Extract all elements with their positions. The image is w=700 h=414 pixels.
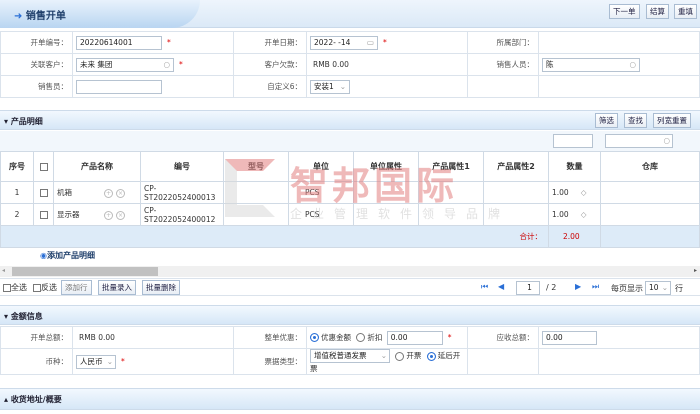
search-icon[interactable]: ○ xyxy=(163,59,170,71)
batch-entry-button[interactable]: 批量录入 xyxy=(98,280,136,295)
seller-input[interactable] xyxy=(76,79,162,94)
chevron-down-icon: ⌄ xyxy=(339,81,346,91)
invert-checkbox[interactable] xyxy=(33,283,41,292)
invoice-now-radio[interactable] xyxy=(395,351,405,361)
stepper-icon[interactable]: ◇ xyxy=(581,210,587,219)
arrow-right-icon: ➜ xyxy=(14,11,26,22)
plus-circle-icon: ◉ xyxy=(40,251,47,260)
search-input[interactable]: ○ xyxy=(605,134,673,148)
custom6-label: 自定义6： xyxy=(233,75,307,98)
column-header[interactable]: 产品属性1 xyxy=(418,151,484,182)
filter-button[interactable]: 筛选 xyxy=(595,113,618,128)
discount-rate-radio[interactable] xyxy=(356,333,366,342)
select-all-checkbox[interactable] xyxy=(3,283,11,292)
plus-circle-icon[interactable]: + xyxy=(104,189,113,198)
required-mark: * xyxy=(179,59,183,69)
find-button[interactable]: 查找 xyxy=(624,113,647,128)
close-circle-icon[interactable]: × xyxy=(116,189,125,198)
debt-label: 客户欠款： xyxy=(233,53,307,76)
invoice-later-radio[interactable] xyxy=(426,351,436,361)
total-row: 合计： 2.00 xyxy=(0,225,700,248)
discount-input[interactable]: 0.00 xyxy=(386,330,443,345)
add-row-button[interactable]: 添加行 xyxy=(61,280,92,295)
dept-label: 所属部门： xyxy=(467,31,539,54)
page-input[interactable]: 1 xyxy=(516,281,540,295)
horizontal-scrollbar[interactable]: ◂ ▸ xyxy=(0,266,700,277)
custom6-select[interactable]: 安装1 ⌄ xyxy=(310,79,350,94)
customer-input[interactable]: 未来 集团 ○ xyxy=(76,57,174,72)
chevron-down-icon: ⌄ xyxy=(380,351,387,360)
debt-value: RMB 0.00 xyxy=(306,53,468,76)
search-icon[interactable]: ○ xyxy=(629,59,636,71)
scroll-right-icon[interactable]: ▸ xyxy=(694,267,697,274)
amount-section-header[interactable]: ▾ 金额信息 xyxy=(0,305,700,325)
row-checkbox[interactable] xyxy=(39,211,48,219)
column-header[interactable]: 序号 xyxy=(0,151,34,182)
close-circle-icon[interactable]: × xyxy=(116,211,125,220)
order-no-input[interactable]: 20220614001 xyxy=(76,35,162,50)
reset-columns-button[interactable]: 列宽重置 xyxy=(653,113,691,128)
column-header[interactable]: 单位 xyxy=(288,151,354,182)
column-header[interactable]: 产品属性2 xyxy=(483,151,549,182)
amount-form: 开单总额： RMB 0.00 整单优惠： 优惠金额 折扣 0.00 * 应收总额：… xyxy=(0,326,700,375)
date-label: 开单日期： xyxy=(233,31,307,54)
column-header[interactable]: 产品名称 xyxy=(53,151,141,182)
column-header[interactable]: 仓库 xyxy=(600,151,700,182)
add-product-link[interactable]: ◉添加产品明细 xyxy=(40,250,95,261)
chevron-down-icon: ⌄ xyxy=(661,283,668,292)
customer-label: 关联客户： xyxy=(0,53,73,76)
calendar-icon[interactable]: ▭ xyxy=(367,37,374,49)
discount-amount-radio[interactable] xyxy=(310,333,319,342)
row-checkbox[interactable] xyxy=(39,189,48,197)
order-form: 开单编号： 20220614001 * 开单日期： 2022- -14 ▭ * 所属部… xyxy=(0,31,700,98)
required-mark: * xyxy=(447,332,452,342)
per-page-select[interactable]: 10 ⌄ xyxy=(645,281,671,295)
reset-button[interactable]: 重填 xyxy=(674,4,697,19)
seller-label: 销售员： xyxy=(0,75,73,98)
title-bar: ➜ 销售开单 下一单 结算 重填 xyxy=(0,0,700,28)
shipping-section-header[interactable]: ▴ 收货地址/概要 xyxy=(0,388,700,410)
filter-row: ○ xyxy=(0,131,700,151)
products-section-header[interactable]: ▾ 产品明细 筛选 查找 列宽重置 xyxy=(0,110,700,130)
receivable-input[interactable]: 0.00 xyxy=(542,330,597,345)
currency-select[interactable]: 人民币 ⌄ xyxy=(76,354,116,369)
chevron-down-icon: ⌄ xyxy=(106,356,113,366)
order-no-label: 开单编号： xyxy=(0,31,73,54)
stepper-icon[interactable]: ◇ xyxy=(581,188,587,197)
next-order-button[interactable]: 下一单 xyxy=(609,4,640,19)
table-row: 1 机箱 + × CP-ST2022052400013 PCS 1.00 ◇ xyxy=(0,181,700,204)
column-filter-input[interactable] xyxy=(553,134,593,148)
table-toolbar: 全选 反选 添加行 批量录入 批量删除 ⏮ ◀ 1 / 2 ▶ ⏭ 每页显示 1… xyxy=(0,278,700,296)
required-mark: * xyxy=(121,356,125,366)
invoice-type-select[interactable]: 增值税普通发票 ⌄ xyxy=(310,349,390,363)
column-header[interactable]: 编号 xyxy=(140,151,224,182)
scroll-left-icon[interactable]: ◂ xyxy=(2,267,5,274)
date-input[interactable]: 2022- -14 ▭ xyxy=(310,35,378,50)
table-row: 2 显示器 + × CP-ST2022052400012 PCS 1.00 ◇ xyxy=(0,203,700,226)
select-all-checkbox[interactable] xyxy=(39,162,48,171)
page-title: ➜ 销售开单 xyxy=(14,11,66,22)
column-header[interactable]: 单位属性 xyxy=(353,151,419,182)
search-icon[interactable]: ○ xyxy=(663,135,670,147)
salesman-input[interactable]: 陈 ○ xyxy=(542,57,640,72)
scrollbar-thumb[interactable] xyxy=(12,267,158,276)
first-page-icon[interactable]: ⏮ xyxy=(481,282,488,292)
prev-page-icon[interactable]: ◀ xyxy=(498,282,504,291)
plus-circle-icon[interactable]: + xyxy=(104,211,113,220)
products-table: 序号 产品名称 编号 型号 单位 单位属性 产品属性1 产品属性2 数量 仓库 … xyxy=(0,151,700,248)
batch-delete-button[interactable]: 批量删除 xyxy=(142,280,180,295)
next-page-icon[interactable]: ▶ xyxy=(575,282,581,291)
order-total-value: RMB 0.00 xyxy=(72,326,234,349)
column-header[interactable]: 型号 xyxy=(223,151,289,182)
column-header[interactable]: 数量 xyxy=(548,151,601,182)
required-mark: * xyxy=(167,37,171,47)
last-page-icon[interactable]: ⏭ xyxy=(592,282,599,292)
required-mark: * xyxy=(383,37,387,47)
checkout-button[interactable]: 结算 xyxy=(646,4,669,19)
salesman-label: 销售人员： xyxy=(467,53,539,76)
